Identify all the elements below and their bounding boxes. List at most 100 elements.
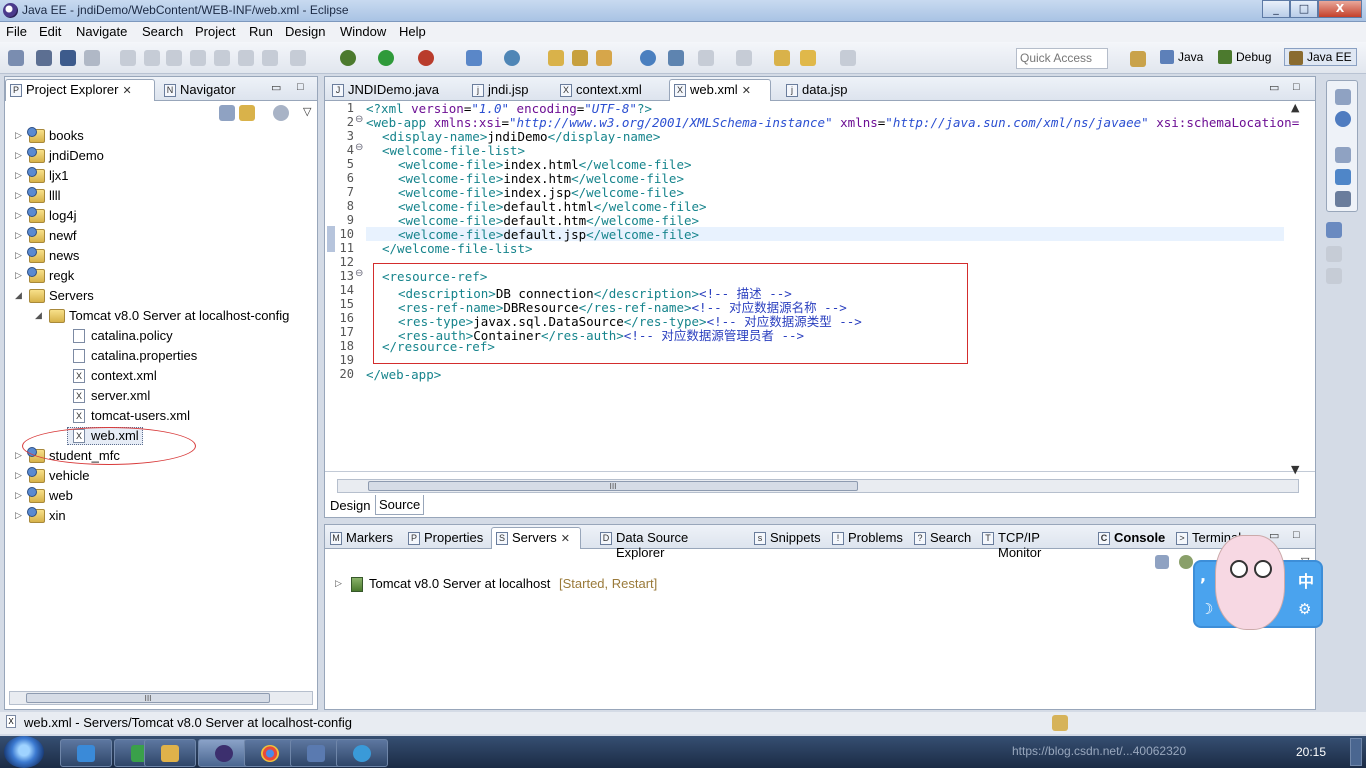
debug-server-icon[interactable]: [1179, 555, 1193, 569]
expand-icon[interactable]: ▷: [15, 130, 22, 141]
tab-snippets[interactable]: s Snippets: [749, 527, 825, 549]
ime-moon-icon[interactable]: ☽: [1200, 600, 1213, 618]
maximize-view-icon[interactable]: □: [1293, 529, 1300, 541]
close-button[interactable]: X: [1318, 0, 1362, 18]
clock[interactable]: 20:15: [1296, 745, 1326, 759]
ime-chinese-mode-button[interactable]: 中: [1298, 568, 1314, 592]
fold-icon[interactable]: ⊖: [355, 268, 363, 279]
step-into-icon[interactable]: [214, 50, 230, 66]
tab-properties[interactable]: P Properties: [403, 527, 489, 549]
maximize-button[interactable]: □: [1290, 0, 1318, 18]
close-tab-icon[interactable]: ✕: [561, 533, 570, 545]
expand-icon[interactable]: ▷: [15, 230, 22, 241]
scroll-down-icon[interactable]: ▼: [1291, 463, 1299, 476]
expand-icon[interactable]: ▷: [15, 510, 22, 521]
taskbar-app-1[interactable]: [60, 739, 112, 767]
help-icon[interactable]: [1335, 111, 1351, 127]
expand-icon[interactable]: ▷: [15, 190, 22, 201]
expand-icon[interactable]: ▷: [15, 250, 22, 261]
annotation-icon[interactable]: [668, 50, 684, 66]
scroll-thumb[interactable]: III: [368, 481, 858, 491]
tab-servers[interactable]: S Servers ✕: [491, 527, 581, 549]
maximize-view-icon[interactable]: □: [1293, 81, 1300, 93]
tab-search[interactable]: ? Search: [909, 527, 975, 549]
disconnect-icon[interactable]: [190, 50, 206, 66]
menu-project[interactable]: Project: [195, 24, 235, 39]
last-edit-icon[interactable]: [774, 50, 790, 66]
tab-jndidemo-java[interactable]: J JNDIDemo.java: [327, 79, 463, 101]
tab-jndi-jsp[interactable]: j jndi.jsp: [467, 79, 551, 101]
status-indicator-icon[interactable]: [1052, 715, 1068, 731]
tab-markers[interactable]: M Markers: [325, 527, 401, 549]
drop-frame-icon[interactable]: [290, 50, 306, 66]
outline-icon[interactable]: [1335, 169, 1351, 185]
maximize-view-icon[interactable]: □: [297, 81, 304, 93]
tab-console[interactable]: C Console: [1093, 527, 1169, 549]
properties-icon[interactable]: [1326, 222, 1342, 238]
minimize-button[interactable]: _: [1262, 0, 1290, 18]
scroll-thumb[interactable]: III: [26, 693, 270, 703]
menu-navigate[interactable]: Navigate: [76, 24, 127, 39]
menu-window[interactable]: Window: [340, 24, 386, 39]
expand-icon[interactable]: ▷: [15, 470, 22, 481]
external-tools-icon[interactable]: [418, 50, 434, 66]
restore-icon[interactable]: [1335, 89, 1351, 105]
palette-icon[interactable]: [1326, 246, 1342, 262]
task-list-icon[interactable]: [1335, 191, 1351, 207]
tab-data-source-explorer[interactable]: D Data Source Explorer: [595, 527, 745, 560]
run-icon[interactable]: [378, 50, 394, 66]
expand-icon[interactable]: ▷: [15, 450, 22, 461]
tab-design[interactable]: Design: [327, 498, 373, 513]
tab-source[interactable]: Source: [375, 495, 425, 515]
tab-data-jsp[interactable]: j data.jsp: [781, 79, 873, 101]
ime-punctuation-button[interactable]: ,: [1200, 566, 1206, 585]
editor-horizontal-scrollbar[interactable]: III: [337, 479, 1299, 493]
view-menu-icon[interactable]: ▽: [303, 105, 311, 118]
expand-icon[interactable]: ▷: [15, 210, 22, 221]
menu-search[interactable]: Search: [142, 24, 183, 39]
resume-icon[interactable]: [120, 50, 136, 66]
minimize-view-icon[interactable]: ▭: [1269, 81, 1279, 94]
taskbar-eclipse[interactable]: [198, 739, 250, 767]
step-return-icon[interactable]: [262, 50, 278, 66]
open-task-icon[interactable]: [572, 50, 588, 66]
step-over-icon[interactable]: [238, 50, 254, 66]
print-icon[interactable]: [84, 50, 100, 66]
start-button[interactable]: [4, 736, 44, 768]
taskbar-app-7[interactable]: [336, 739, 388, 767]
open-type-icon[interactable]: [548, 50, 564, 66]
debug-icon[interactable]: [340, 50, 356, 66]
taskbar-chrome[interactable]: [244, 739, 296, 767]
save-all-icon[interactable]: [60, 50, 76, 66]
scroll-up-icon[interactable]: ▲: [1291, 101, 1299, 114]
collapse-icon[interactable]: ◢: [15, 290, 22, 301]
tab-tcpip-monitor[interactable]: T TCP/IP Monitor: [977, 527, 1089, 560]
expand-icon[interactable]: ▷: [15, 170, 22, 181]
expand-icon[interactable]: ▷: [15, 270, 22, 281]
save-icon[interactable]: [36, 50, 52, 66]
back-arrow-icon[interactable]: [800, 50, 816, 66]
tab-problems[interactable]: ! Problems: [827, 527, 907, 549]
minimize-view-icon[interactable]: ▭: [271, 81, 281, 94]
search-icon[interactable]: [596, 50, 612, 66]
new-server-icon[interactable]: [466, 50, 482, 66]
tree-horizontal-scrollbar[interactable]: III: [9, 691, 313, 705]
tab-context-xml[interactable]: Xcontext.xml: [555, 79, 659, 101]
menu-help[interactable]: Help: [399, 24, 426, 39]
menu-file[interactable]: File: [6, 24, 27, 39]
menu-edit[interactable]: Edit: [39, 24, 61, 39]
collapse-all-icon[interactable]: [219, 105, 235, 121]
taskbar-explorer[interactable]: [144, 739, 196, 767]
suspend-icon[interactable]: [144, 50, 160, 66]
expand-icon[interactable]: ▷: [15, 150, 22, 161]
web-browser-icon[interactable]: [640, 50, 656, 66]
tab-project-explorer[interactable]: P Project Explorer ✕: [5, 79, 155, 101]
close-tab-icon[interactable]: ✕: [742, 85, 751, 97]
fold-icon[interactable]: ⊖: [355, 142, 363, 153]
expand-icon[interactable]: ▷: [335, 578, 342, 589]
perspective-java[interactable]: Java: [1160, 50, 1203, 64]
taskbar-app-6[interactable]: [290, 739, 342, 767]
restore-icon-2[interactable]: [1335, 147, 1351, 163]
snippets-icon[interactable]: [1326, 268, 1342, 284]
filter-icon[interactable]: [273, 105, 289, 121]
